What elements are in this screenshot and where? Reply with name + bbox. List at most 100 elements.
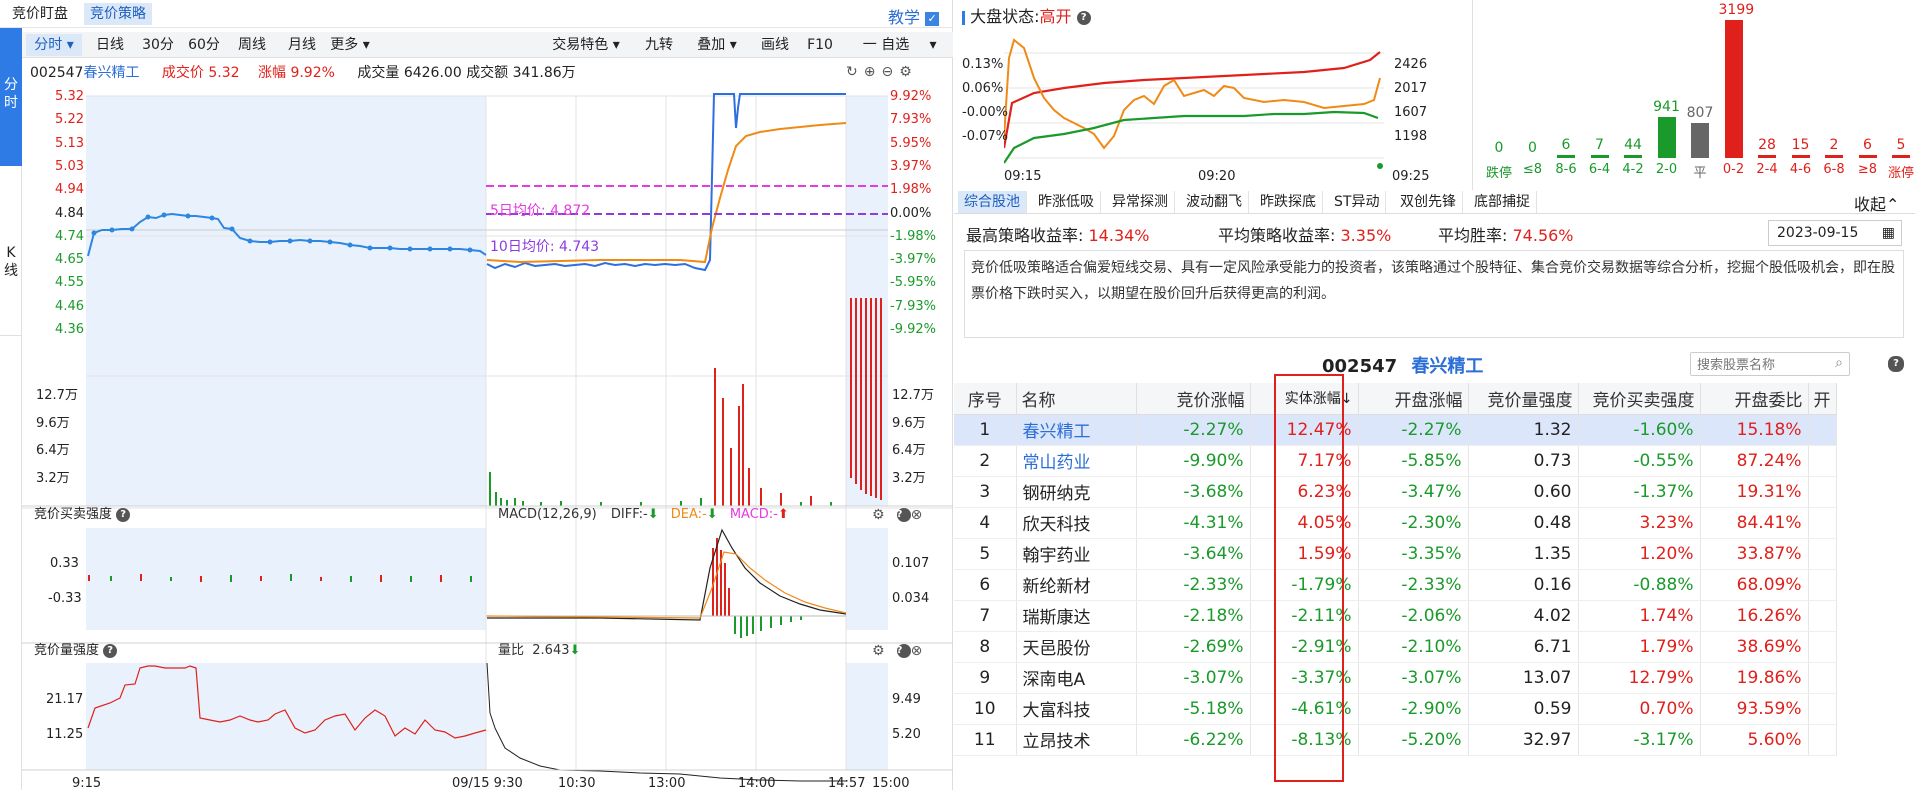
tab-strategy-4[interactable]: 昨跌探底 <box>1254 191 1323 213</box>
period-fenshi[interactable]: 分时 ▾ <box>26 34 82 56</box>
table-cell <box>1808 662 1837 694</box>
jiuzhuan-button[interactable]: 九转 <box>642 34 676 56</box>
table-header-cell[interactable]: 开 <box>1808 383 1837 415</box>
table-row[interactable]: 8 天邑股份 -2.69% -2.91% -2.10% 6.71 1.79% 38.69% <box>954 631 1837 663</box>
table-row[interactable]: 1 春兴精工 -2.27% 12.47% -2.27% 1.32 -1.60% 15.18% <box>954 414 1837 446</box>
table-cell: 0.16 <box>1468 569 1579 601</box>
zoom-out-icon[interactable]: ⊖ <box>881 64 899 80</box>
help-icon[interactable]: ? <box>896 508 911 522</box>
stock-name[interactable]: 春兴精工 <box>83 65 139 81</box>
table-row[interactable]: 2 常山药业 -9.90% 7.17% -5.85% 0.73 -0.55% 87.24% <box>954 445 1837 477</box>
table-row[interactable]: 5 翰宇药业 -3.64% 1.59% -3.35% 1.35 1.20% 33.87% <box>954 538 1837 570</box>
self-select-button[interactable]: 一 自选 <box>856 34 916 56</box>
table-cell: 0.48 <box>1468 507 1579 539</box>
table-cell[interactable]: 大富科技 <box>1016 693 1137 725</box>
period-week[interactable]: 周线 <box>230 34 274 56</box>
table-cell[interactable]: 新纶新材 <box>1016 569 1137 601</box>
chevron-down-icon[interactable]: ▾ <box>922 34 944 56</box>
macd-val-label: MACD:- <box>729 507 778 522</box>
table-header-cell[interactable]: 序号 <box>954 383 1017 415</box>
table-cell: -0.88% <box>1578 569 1701 601</box>
tab-auction-strategy[interactable]: 竞价策略 <box>84 3 152 25</box>
table-row[interactable]: 10 大富科技 -5.18% -4.61% -2.90% 0.59 0.70% 93.59% <box>954 693 1837 725</box>
market-down-line <box>1004 110 1379 164</box>
close-icon[interactable]: ⊗ <box>911 643 935 659</box>
collapse-button[interactable]: 收起⌃ <box>1854 191 1899 215</box>
macd-shade-pre <box>86 528 486 630</box>
table-header-cell[interactable]: 竞价量强度 <box>1468 383 1579 415</box>
period-day[interactable]: 日线 <box>88 34 132 56</box>
table-cell[interactable]: 钢研纳克 <box>1016 476 1137 508</box>
tab-strategy-1[interactable]: 昨涨低吸 <box>1032 191 1101 213</box>
macd-right-tick: 0.107 <box>892 556 930 571</box>
tab-strategy-5[interactable]: ST异动 <box>1328 191 1387 213</box>
stock-search-input[interactable] <box>1691 353 1821 375</box>
table-row[interactable]: 7 瑞斯康达 -2.18% -2.11% -2.06% 4.02 1.74% 16.26% <box>954 600 1837 632</box>
table-cell[interactable]: 常山药业 <box>1016 445 1137 477</box>
period-month[interactable]: 月线 <box>280 34 324 56</box>
zoom-in-icon[interactable]: ⊕ <box>864 64 882 80</box>
tab-strategy-0[interactable]: 综合股池 <box>958 191 1027 213</box>
table-cell: 0.70% <box>1578 693 1701 725</box>
volume-label: 成交量 <box>357 65 400 81</box>
market-time-tick: 09:15 <box>1004 169 1042 184</box>
dist-label: 0-2 <box>1722 162 1745 177</box>
table-header-cell[interactable]: 开盘委比 <box>1700 383 1809 415</box>
help-icon[interactable]: ? <box>1888 356 1904 372</box>
table-cell[interactable]: 欣天科技 <box>1016 507 1137 539</box>
close-icon[interactable]: ⊗ <box>911 507 935 523</box>
table-cell: -2.33% <box>1358 569 1469 601</box>
tab-strategy-7[interactable]: 底部捕捉 <box>1468 191 1537 213</box>
date-picker[interactable]: 2023-09-15 ▦ <box>1768 220 1902 246</box>
gear-icon[interactable]: ⚙ <box>872 507 897 523</box>
draw-line-button[interactable]: 画线 <box>758 34 792 56</box>
help-icon[interactable]: ? <box>1076 10 1091 25</box>
tab-strategy-3[interactable]: 波动翻飞 <box>1180 191 1249 213</box>
table-header-cell[interactable]: 竞价买卖强度 <box>1578 383 1701 415</box>
dea-label: DEA:- <box>670 507 707 522</box>
gear-icon[interactable]: ⚙ <box>872 643 897 659</box>
search-icon[interactable]: ⌕ <box>1835 355 1843 371</box>
period-30m[interactable]: 30分 <box>136 34 180 56</box>
table-cell[interactable]: 立昂技术 <box>1016 724 1137 756</box>
table-row[interactable]: 6 新纶新材 -2.33% -1.79% -2.33% 0.16 -0.88% 68.09% <box>954 569 1837 601</box>
table-row[interactable]: 11 立昂技术 -6.22% -8.13% -5.20% 32.97 -3.17% 5.60% <box>954 724 1837 756</box>
table-cell <box>1808 476 1837 508</box>
table-row[interactable]: 9 深南电A -3.07% -3.37% -3.07% 13.07 12.79% 19.86% <box>954 662 1837 694</box>
table-cell[interactable]: 深南电A <box>1016 662 1137 694</box>
table-cell[interactable]: 天邑股份 <box>1016 631 1137 663</box>
table-cell[interactable]: 春兴精工 <box>1016 414 1137 446</box>
table-header-cell[interactable]: 名称 <box>1016 383 1137 415</box>
selected-name[interactable]: 春兴精工 <box>1411 356 1483 377</box>
help-icon[interactable]: ? <box>896 644 911 658</box>
refresh-icon[interactable]: ↻ <box>846 64 864 80</box>
macd-left-tick: 0.33 <box>50 556 79 571</box>
period-60m[interactable]: 60分 <box>182 34 226 56</box>
macd-shade-post <box>846 528 888 630</box>
table-cell[interactable]: 翰宇药业 <box>1016 538 1137 570</box>
table-header-cell[interactable]: 竞价涨幅 <box>1136 383 1251 415</box>
table-cell: 9 <box>954 662 1017 694</box>
table-header-cell[interactable]: 开盘涨幅 <box>1358 383 1469 415</box>
main-left-ticks-tick: 4.84 <box>55 205 84 221</box>
gear-icon[interactable]: ⚙ <box>899 64 918 80</box>
table-row[interactable]: 4 欣天科技 -4.31% 4.05% -2.30% 0.48 3.23% 84.41% <box>954 507 1837 539</box>
table-row[interactable]: 3 钢研纳克 -3.68% 6.23% -3.47% 0.60 -1.37% 19.31% <box>954 476 1837 508</box>
f10-button[interactable]: F10 <box>804 34 836 56</box>
win-rate: 平均胜率: 74.56% <box>1438 222 1574 246</box>
help-icon[interactable]: ? <box>103 643 118 658</box>
period-more[interactable]: 更多 ▾ <box>322 34 378 56</box>
dist-label: 6-8 <box>1823 162 1845 177</box>
tab-strategy-2[interactable]: 异常探测 <box>1106 191 1175 213</box>
help-icon[interactable]: ? <box>116 507 131 522</box>
table-cell[interactable]: 瑞斯康达 <box>1016 600 1137 632</box>
teach-link[interactable]: 教学 ✓ <box>888 4 940 28</box>
trade-feature-dropdown[interactable]: 交易特色 ▾ <box>546 34 626 56</box>
main-left-ticks-tick: 4.94 <box>55 182 84 198</box>
vol-left-ticks-tick: 9.6万 <box>36 415 70 431</box>
overlay-dropdown[interactable]: 叠加 ▾ <box>690 34 744 56</box>
top-tab-bar: 竞价盯盘 竞价策略 教学 ✓ <box>0 0 953 28</box>
avg-return-label: 平均策略收益率: <box>1218 226 1336 245</box>
tab-auction-watch[interactable]: 竞价盯盘 <box>6 3 74 25</box>
tab-strategy-6[interactable]: 双创先锋 <box>1394 191 1463 213</box>
